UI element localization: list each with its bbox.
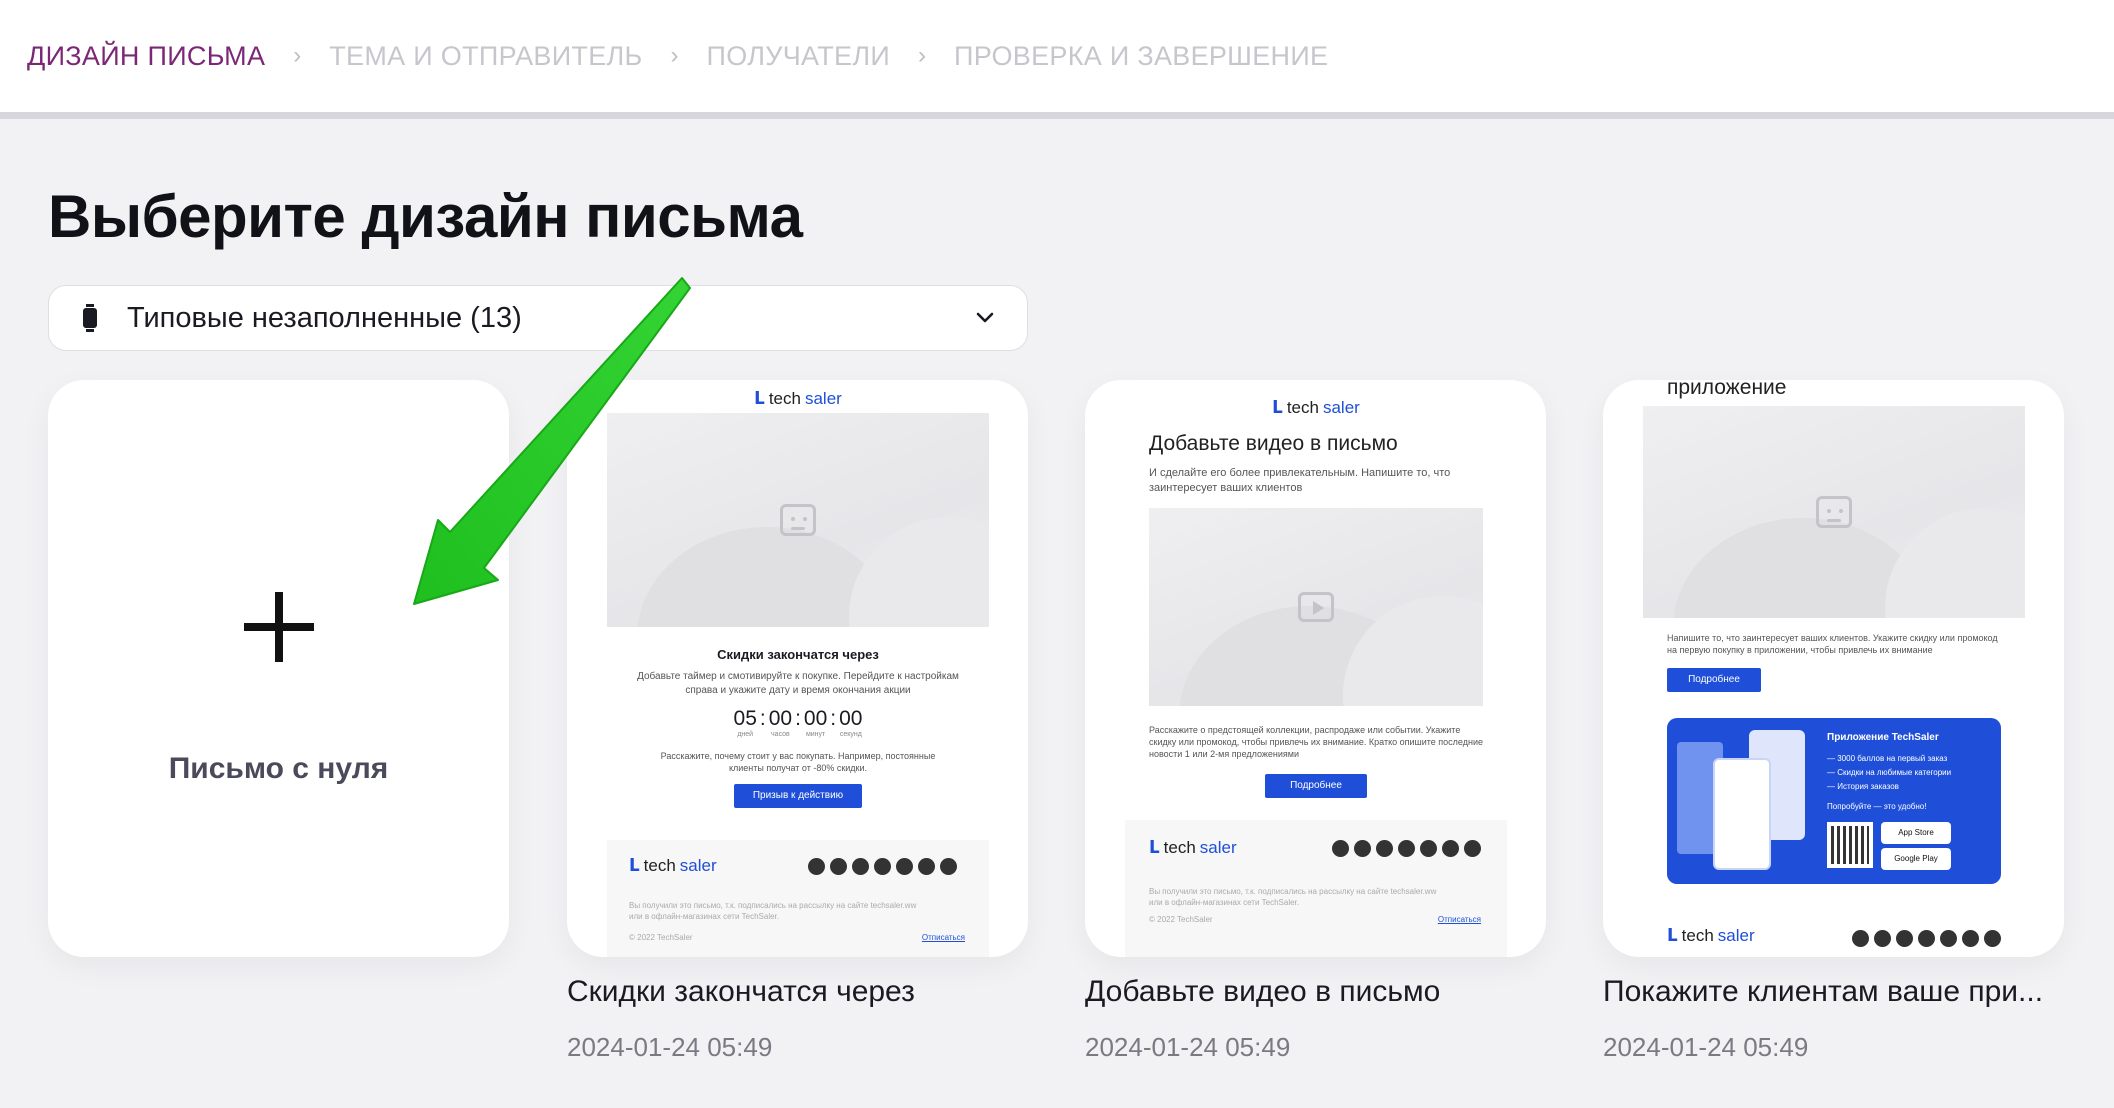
email-body: Расскажите о предстоящей коллекции, расп… — [1149, 724, 1483, 759]
email-footer: ᒪ tech saler Вы получили это письмо, т.к. … — [1125, 820, 1507, 957]
social-icons — [808, 858, 957, 875]
device-icon — [83, 304, 97, 332]
email-intro: Напишите то, что заинтересует ваших клие… — [1667, 633, 1998, 656]
step-subject-sender[interactable]: ТЕМА И ОТПРАВИТЕЛЬ — [329, 41, 642, 72]
step-design[interactable]: ДИЗАЙН ПИСЬМА — [27, 41, 265, 72]
template-caption[interactable]: Добавьте видео в письмо — [1085, 975, 1440, 1009]
chevron-right-icon: › — [670, 42, 679, 69]
social-icons — [1332, 840, 1481, 857]
email-intro: Добавьте таймер и смотивируйте к покупке… — [637, 671, 959, 696]
email-cta-button: Призыв к действию — [734, 784, 862, 809]
green-arrow-icon — [413, 277, 691, 605]
step-recipients[interactable]: ПОЛУЧАТЕЛИ — [707, 41, 891, 72]
template-date: 2024-01-24 05:49 — [1603, 1032, 1809, 1062]
chevron-down-icon — [976, 312, 994, 323]
social-icons — [1852, 930, 2001, 947]
techsaler-logo: ᒪ tech saler — [1272, 398, 1360, 417]
email-body: Расскажите, почему стоит у вас покупать.… — [660, 751, 936, 774]
qr-code-icon — [1827, 822, 1873, 869]
email-cta-button: Подробнее — [1667, 668, 1761, 693]
chevron-right-icon: › — [293, 42, 302, 69]
email-heading: Добавьте видео в письмо — [1149, 432, 1398, 455]
template-caption[interactable]: Покажите клиентам ваше при... — [1603, 975, 2043, 1009]
countdown-timer: 05 дней : 00 часов : 00 минут : 00 секунд — [733, 707, 863, 738]
robot-icon — [1816, 496, 1852, 528]
app-store-badge: App Store — [1881, 822, 1951, 845]
video-placeholder — [1149, 507, 1483, 706]
plus-icon — [243, 591, 314, 662]
app-promo-banner: Приложение TechSaler — 3000 баллов на пе… — [1667, 718, 2001, 885]
template-caption[interactable]: Скидки закончатся через — [567, 975, 915, 1009]
email-intro: И сделайте его более привлекательным. На… — [1149, 467, 1451, 494]
email-heading: приложение — [1667, 380, 1787, 399]
email-footer: ᒪ tech saler Вы получили это письмо, т.к. … — [607, 840, 989, 957]
blank-letter-label: Письмо с нуля — [168, 751, 389, 785]
step-review[interactable]: ПРОВЕРКА И ЗАВЕРШЕНИЕ — [954, 41, 1328, 72]
google-play-badge: Google Play — [1881, 848, 1951, 871]
email-cta-button: Подробнее — [1265, 774, 1367, 799]
chevron-right-icon: › — [918, 42, 927, 69]
template-preview: ᒪ tech saler Добавьте видео в письмо И сде… — [1125, 380, 1507, 820]
template-card-app[interactable]: приложение Напишите то, что заинтересует… — [1603, 380, 2064, 957]
page-title: Выберите дизайн письма — [48, 183, 803, 250]
template-card-video[interactable]: ᒪ tech saler Добавьте видео в письмо И сде… — [1085, 380, 1546, 957]
template-date: 2024-01-24 05:49 — [567, 1032, 773, 1062]
template-preview: приложение Напишите то, что заинтересует… — [1643, 380, 2025, 920]
email-footer: ᒪ tech saler — [1643, 920, 2025, 957]
play-icon — [1298, 591, 1334, 622]
wizard-steps: ДИЗАЙН ПИСЬМА › ТЕМА И ОТПРАВИТЕЛЬ › ПОЛ… — [0, 0, 2114, 119]
image-placeholder — [1643, 406, 2025, 618]
template-date: 2024-01-24 05:49 — [1085, 1032, 1291, 1062]
robot-icon — [780, 504, 816, 536]
email-heading: Скидки закончатся через — [717, 647, 879, 662]
